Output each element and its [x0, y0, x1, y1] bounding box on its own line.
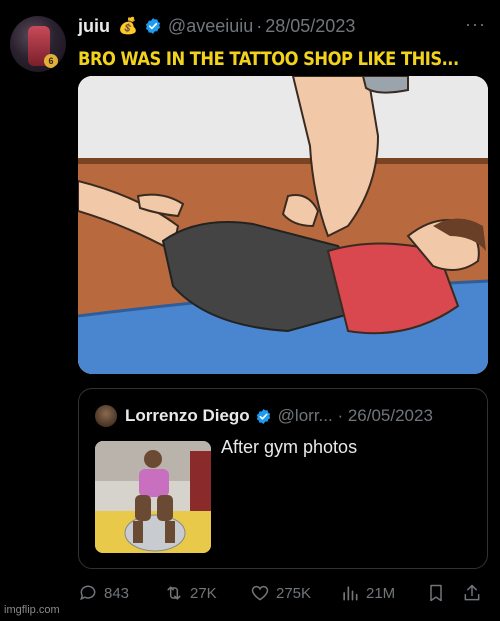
reply-count: 843: [104, 584, 130, 602]
reply-icon: [80, 585, 96, 601]
tweet-image[interactable]: [78, 76, 488, 374]
stretching-illustration: [78, 76, 488, 374]
like-button[interactable]: 275K: [250, 582, 311, 604]
share-icon: [464, 584, 480, 601]
views-chart-icon: [343, 586, 358, 601]
like-count: 275K: [276, 584, 312, 602]
quoted-tweet-date[interactable]: 26/05/2023: [348, 406, 433, 426]
repost-button[interactable]: 27K: [164, 582, 217, 604]
more-options-icon[interactable]: ···: [465, 14, 486, 35]
views-button[interactable]: 21M: [340, 582, 395, 604]
bookmark-icon: [430, 584, 442, 602]
quoted-tweet-text: After gym photos: [221, 437, 358, 457]
quoted-tweet-image[interactable]: [95, 441, 211, 553]
verified-badge-icon: [145, 18, 160, 34]
quoted-author-avatar[interactable]: [95, 405, 117, 427]
tweet: 6 juiu 💰 @aveeiuiu · 28/05/2023 ··· BRO …: [0, 0, 500, 621]
avatar-badge: 6: [44, 54, 58, 68]
author-name[interactable]: juiu: [78, 16, 110, 37]
quoted-author-handle[interactable]: @lorr...: [278, 406, 333, 426]
tweet-date[interactable]: 28/05/2023: [265, 16, 355, 37]
quoted-author-name[interactable]: Lorrenzo Diego: [125, 406, 250, 426]
verified-badge-icon: [256, 408, 270, 424]
share-button[interactable]: [462, 582, 482, 604]
tweet-header: juiu 💰 @aveeiuiu · 28/05/2023: [78, 14, 355, 38]
quoted-tweet-header: Lorrenzo Diego @lorr... · 26/05/2023: [125, 405, 433, 427]
author-avatar[interactable]: 6: [10, 16, 66, 72]
quoted-tweet[interactable]: Lorrenzo Diego @lorr... · 26/05/2023 Aft…: [78, 388, 488, 569]
view-count: 21M: [366, 584, 396, 602]
reply-button[interactable]: 843: [78, 582, 129, 604]
money-bag-emoji: 💰: [118, 18, 138, 35]
tweet-caption: BRO WAS IN THE TATTOO SHOP LIKE THIS...: [78, 48, 459, 70]
repost-count: 27K: [190, 584, 217, 602]
gym-photo: [95, 441, 211, 553]
bookmark-button[interactable]: [426, 582, 446, 604]
heart-icon: [251, 585, 269, 601]
author-handle[interactable]: @aveeiuiu: [168, 16, 253, 37]
repost-icon: [167, 586, 181, 600]
imgflip-watermark: imgflip.com: [4, 604, 60, 616]
separator-dot: ·: [332, 406, 348, 425]
tweet-actions-bar: 843 27K 275K 21M: [78, 582, 488, 604]
separator-dot: ·: [256, 15, 263, 36]
